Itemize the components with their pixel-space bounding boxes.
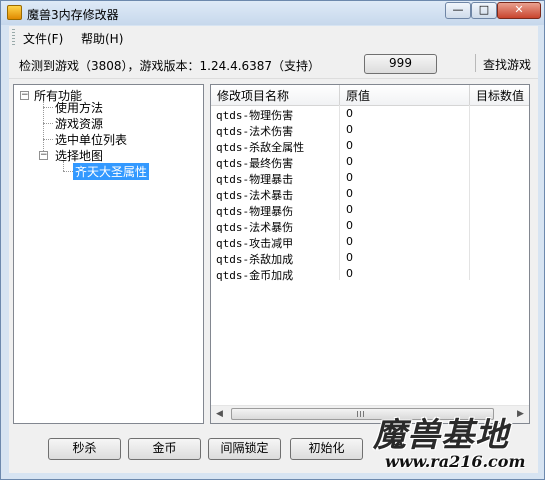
menu-help[interactable]: 帮助(H) [81, 30, 123, 47]
find-game-button[interactable]: 查找游戏 [483, 56, 531, 73]
row-name: qtds-物理暴击 [216, 173, 294, 186]
tree-node-usage[interactable]: 使用方法 [55, 99, 103, 116]
tree-connector [63, 171, 73, 172]
menu-grip-icon [12, 29, 15, 45]
column-divider[interactable] [469, 85, 470, 105]
row-original-value: 0 [346, 235, 353, 248]
app-icon [7, 5, 22, 20]
row-name: qtds-物理暴伤 [216, 205, 294, 218]
tree-node-unit-list[interactable]: 选中单位列表 [55, 131, 127, 148]
watermark-title: 魔兽基地 [373, 415, 509, 454]
toolbar-separator [475, 54, 476, 72]
menu-bar: 文件(F) 帮助(H) [9, 26, 538, 48]
scroll-left-icon[interactable]: ◀ [211, 406, 228, 422]
table-row[interactable]: qtds-杀敌加成 0 [211, 250, 529, 266]
column-header-name[interactable]: 修改项目名称 [217, 87, 289, 104]
tree-connector [63, 161, 64, 171]
table-row[interactable]: qtds-杀敌全属性 0 [211, 138, 529, 154]
collapse-map-icon[interactable]: − [39, 151, 48, 160]
row-original-value: 0 [346, 171, 353, 184]
row-name: qtds-法术暴伤 [216, 221, 294, 234]
grid-header: 修改项目名称 原值 目标数值 [211, 85, 529, 106]
table-row[interactable]: qtds-最终伤害 0 [211, 154, 529, 170]
table-row[interactable]: qtds-金币加成 0 [211, 266, 529, 282]
row-original-value: 0 [346, 155, 353, 168]
table-row[interactable]: qtds-物理暴击 0 [211, 170, 529, 186]
kill-button[interactable]: 秒杀 [48, 438, 121, 460]
tree-connector [43, 107, 53, 108]
row-original-value: 0 [346, 203, 353, 216]
row-original-value: 0 [346, 139, 353, 152]
row-name: qtds-法术暴击 [216, 189, 294, 202]
row-original-value: 0 [346, 187, 353, 200]
value-999-button[interactable]: 999 [364, 54, 437, 74]
interval-lock-button[interactable]: 间隔锁定 [208, 438, 281, 460]
row-original-value: 0 [346, 107, 353, 120]
table-row[interactable]: qtds-法术伤害 0 [211, 122, 529, 138]
row-original-value: 0 [346, 267, 353, 280]
tree-node-monkey-king[interactable]: 齐天大圣属性 [73, 163, 150, 180]
row-original-value: 0 [346, 251, 353, 264]
row-original-value: 0 [346, 123, 353, 136]
row-name: qtds-攻击减甲 [216, 237, 294, 250]
column-header-target[interactable]: 目标数值 [476, 87, 524, 104]
close-button[interactable]: ✕ [497, 2, 541, 19]
title-bar[interactable]: 魔兽3内存修改器 — □ ✕ [1, 1, 544, 25]
column-divider[interactable] [339, 85, 340, 105]
tree-connector [43, 139, 53, 140]
gold-button[interactable]: 金币 [128, 438, 201, 460]
row-original-value: 0 [346, 219, 353, 232]
row-name: qtds-金币加成 [216, 269, 294, 282]
tree-connector [43, 123, 53, 124]
tree-connector [43, 101, 44, 151]
table-row[interactable]: qtds-攻击减甲 0 [211, 234, 529, 250]
row-name: qtds-杀敌加成 [216, 253, 294, 266]
maximize-button[interactable]: □ [471, 2, 497, 19]
row-name: qtds-物理伤害 [216, 109, 294, 122]
feature-tree[interactable]: − 所有功能 使用方法 游戏资源 选中单位列表 − 选择地图 齐天大圣属性 [13, 84, 204, 424]
table-row[interactable]: qtds-法术暴击 0 [211, 186, 529, 202]
game-status-text: 检测到游戏（3808），游戏版本：1.24.4.6387（支持） [19, 59, 321, 73]
row-name: qtds-最终伤害 [216, 157, 294, 170]
toolbar: 检测到游戏（3808），游戏版本：1.24.4.6387（支持） 999 查找游… [9, 48, 538, 79]
row-name: qtds-杀敌全属性 [216, 141, 305, 154]
watermark-logo: 魔兽基地 www.ra216.com [363, 406, 538, 476]
row-name: qtds-法术伤害 [216, 125, 294, 138]
tree-node-resources[interactable]: 游戏资源 [55, 115, 103, 132]
app-window: 魔兽3内存修改器 — □ ✕ 文件(F) 帮助(H) 检测到游戏（3808），游… [0, 0, 545, 480]
modify-grid[interactable]: 修改项目名称 原值 目标数值 qtds-物理伤害 0 qtds-法术伤害 0 q… [210, 84, 530, 424]
column-header-original[interactable]: 原值 [346, 87, 370, 104]
menu-file[interactable]: 文件(F) [23, 30, 63, 47]
collapse-root-icon[interactable]: − [20, 91, 29, 100]
table-row[interactable]: qtds-物理暴伤 0 [211, 202, 529, 218]
minimize-button[interactable]: — [445, 2, 471, 19]
window-title: 魔兽3内存修改器 [27, 8, 119, 22]
watermark-url: www.ra216.com [385, 452, 526, 471]
init-button[interactable]: 初始化 [290, 438, 363, 460]
table-row[interactable]: qtds-物理伤害 0 [211, 106, 529, 122]
table-row[interactable]: qtds-法术暴伤 0 [211, 218, 529, 234]
